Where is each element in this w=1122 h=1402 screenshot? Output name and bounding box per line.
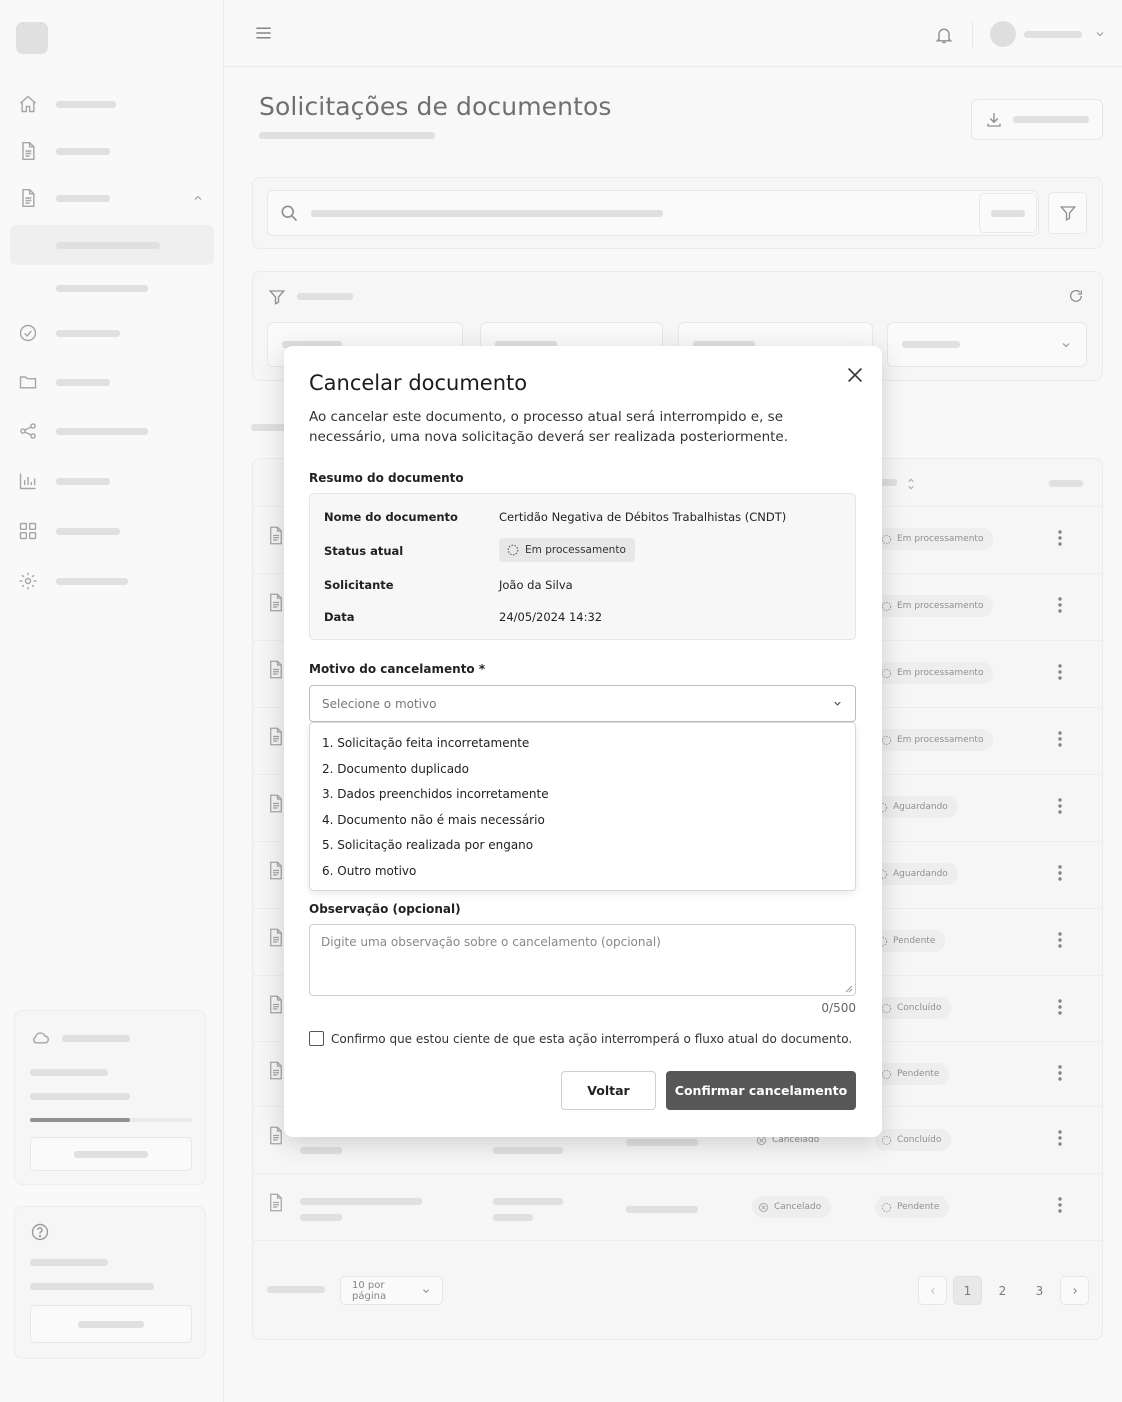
close-icon[interactable] [844,364,866,386]
document-summary: Nome do documento Certidão Negativa de D… [309,493,856,640]
reason-option-2[interactable]: 2. Documento duplicado [322,762,469,776]
confirm-cancel-button[interactable]: Confirmar cancelamento [666,1071,856,1110]
back-button[interactable]: Voltar [561,1071,656,1110]
reason-option-3[interactable]: 3. Dados preenchidos incorretamente [322,787,549,801]
note-placeholder: Digite uma observação sobre o cancelamen… [321,935,661,949]
loading-icon [507,544,519,556]
reason-option-4[interactable]: 4. Documento não é mais necessário [322,813,545,827]
reason-option-5[interactable]: 5. Solicitação realizada por engano [322,838,533,852]
summary-key: Status atual [324,544,404,558]
summary-document-name: Certidão Negativa de Débitos Trabalhista… [499,510,787,524]
note-label: Observação (opcional) [309,902,461,916]
chevron-down-icon [832,698,843,709]
resize-handle-icon[interactable] [845,985,853,993]
reason-select[interactable]: Selecione o motivo [309,685,856,722]
confirm-checkbox-label: Confirmo que estou ciente de que esta aç… [331,1031,853,1046]
summary-requester: João da Silva [499,578,573,592]
reason-label: Motivo do cancelamento * [309,662,486,676]
cancel-document-modal: Cancelar documento Ao cancelar este docu… [284,346,882,1137]
summary-key: Data [324,610,355,624]
confirm-checkbox[interactable] [309,1031,324,1046]
summary-key: Solicitante [324,578,394,592]
confirm-checkbox-row[interactable]: Confirmo que estou ciente de que esta aç… [309,1031,852,1046]
summary-key: Nome do documento [324,510,458,524]
reason-placeholder: Selecione o motivo [322,696,437,711]
note-counter: 0/500 [821,1001,856,1015]
modal-title: Cancelar documento [309,371,528,395]
summary-date: 24/05/2024 14:32 [499,610,603,624]
note-textarea[interactable]: Digite uma observação sobre o cancelamen… [309,924,856,996]
reason-dropdown: 1. Solicitação feita incorretamente 2. D… [309,722,856,891]
reason-option-6[interactable]: 6. Outro motivo [322,864,416,878]
reason-option-1[interactable]: 1. Solicitação feita incorretamente [322,736,529,750]
modal-description: Ao cancelar este documento, o processo a… [309,409,789,445]
status-badge: Em processamento [499,538,635,562]
summary-label: Resumo do documento [309,471,464,485]
